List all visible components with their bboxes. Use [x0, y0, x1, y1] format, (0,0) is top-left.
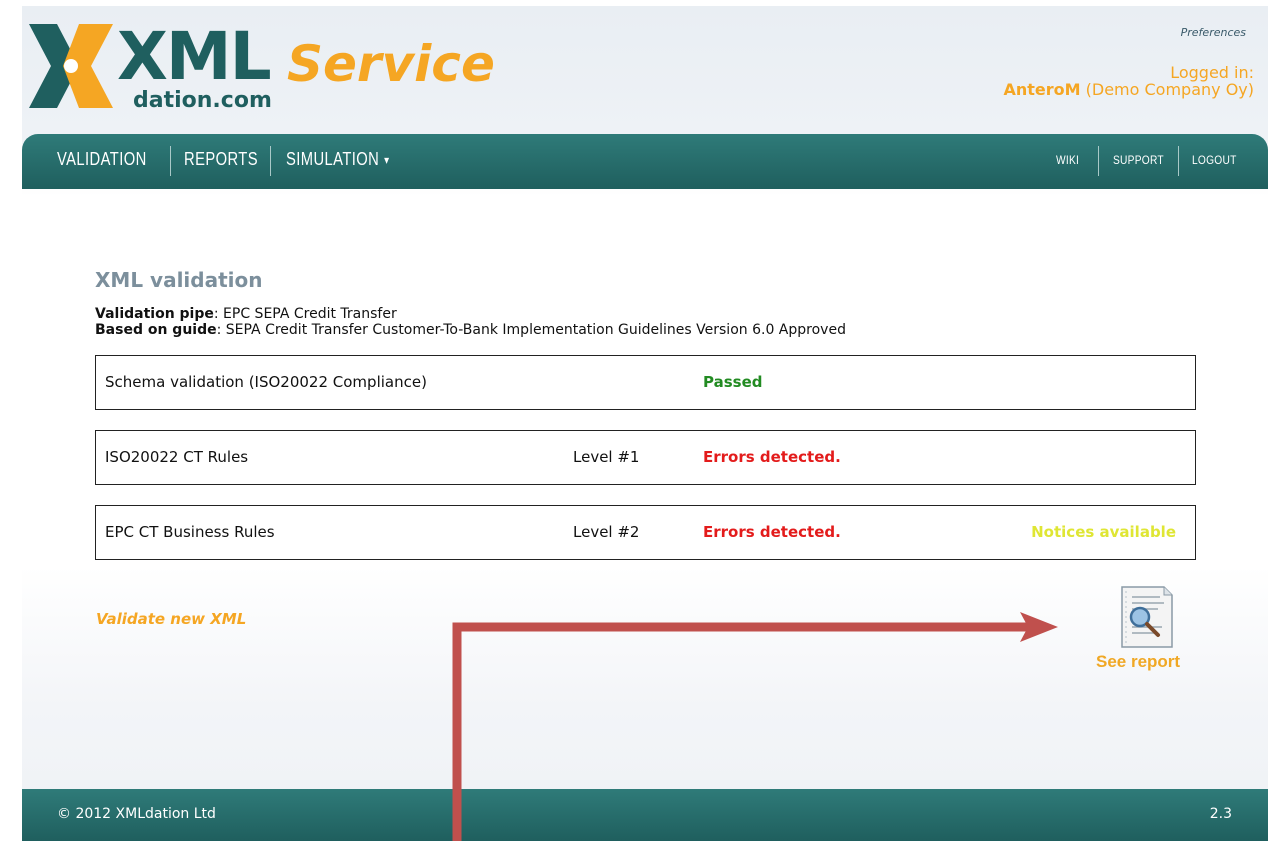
nav-simulation[interactable]: SIMULATION ▾ — [286, 149, 389, 170]
result-status-error: Errors detected. — [703, 523, 841, 541]
nav-validation[interactable]: VALIDATION — [57, 149, 147, 170]
result-row-schema: Schema validation (ISO20022 Compliance) … — [95, 355, 1196, 410]
result-row-iso-rules: ISO20022 CT Rules Level #1 Errors detect… — [95, 430, 1196, 485]
result-row-epc-rules: EPC CT Business Rules Level #2 Errors de… — [95, 505, 1196, 560]
validate-new-xml-link[interactable]: Validate new XML — [96, 610, 246, 628]
result-level: Level #1 — [573, 448, 640, 466]
result-status-passed: Passed — [703, 373, 763, 391]
nav-logout[interactable]: LOGOUT — [1192, 153, 1237, 167]
nav-reports[interactable]: REPORTS — [184, 149, 258, 170]
nav-divider — [170, 146, 171, 176]
footer-copyright: © 2012 XMLdation Ltd — [57, 806, 216, 822]
page-footer: © 2012 XMLdation Ltd 2.3 — [22, 789, 1268, 841]
validation-meta: Validation pipe: EPC SEPA Credit Transfe… — [95, 306, 846, 338]
see-report-button[interactable]: See report — [1092, 583, 1202, 683]
xmldation-logo-icon — [29, 24, 113, 108]
guide-value: : SEPA Credit Transfer Customer-To-Bank … — [216, 322, 846, 338]
pipe-value: : EPC SEPA Credit Transfer — [213, 306, 397, 322]
result-name: ISO20022 CT Rules — [105, 448, 249, 466]
logged-in-info: Logged in: AnteroM (Demo Company Oy) — [1003, 64, 1254, 98]
logo-domain-text: dation.com — [133, 88, 272, 113]
caret-down-icon: ▾ — [384, 153, 390, 168]
report-document-magnifier-icon — [1121, 586, 1173, 648]
logo-service-text: Service — [287, 35, 495, 93]
result-name: Schema validation (ISO20022 Compliance) — [105, 373, 427, 391]
guide-label: Based on guide — [95, 322, 217, 338]
nav-wiki[interactable]: WIKI — [1056, 153, 1079, 167]
main-nav: VALIDATION REPORTS SIMULATION ▾ WIKI SUPP… — [22, 134, 1268, 189]
browser-frame: XML Service dation.com Preferences Logge… — [0, 0, 1283, 841]
logged-in-label: Logged in: — [1170, 63, 1254, 82]
notices-available-link[interactable]: Notices available — [1031, 523, 1176, 541]
pipe-label: Validation pipe — [95, 306, 214, 322]
footer-version: 2.3 — [1209, 806, 1232, 822]
preferences-link[interactable]: Preferences — [1181, 26, 1246, 39]
result-level: Level #2 — [573, 523, 640, 541]
company-name: (Demo Company Oy) — [1085, 80, 1254, 99]
page-title: XML validation — [95, 268, 263, 292]
username[interactable]: AnteroM — [1003, 80, 1080, 99]
site-logo[interactable]: XML Service dation.com — [27, 18, 495, 118]
page-container: XML Service dation.com Preferences Logge… — [22, 6, 1268, 841]
see-report-label: See report — [1096, 652, 1181, 671]
logo-wordmark: XML — [117, 18, 272, 95]
result-name: EPC CT Business Rules — [105, 523, 275, 541]
nav-support[interactable]: SUPPORT — [1113, 153, 1164, 167]
nav-divider — [1178, 146, 1179, 176]
nav-simulation-label: SIMULATION — [286, 149, 380, 169]
result-status-error: Errors detected. — [703, 448, 841, 466]
nav-divider — [270, 146, 271, 176]
nav-divider — [1098, 146, 1099, 176]
